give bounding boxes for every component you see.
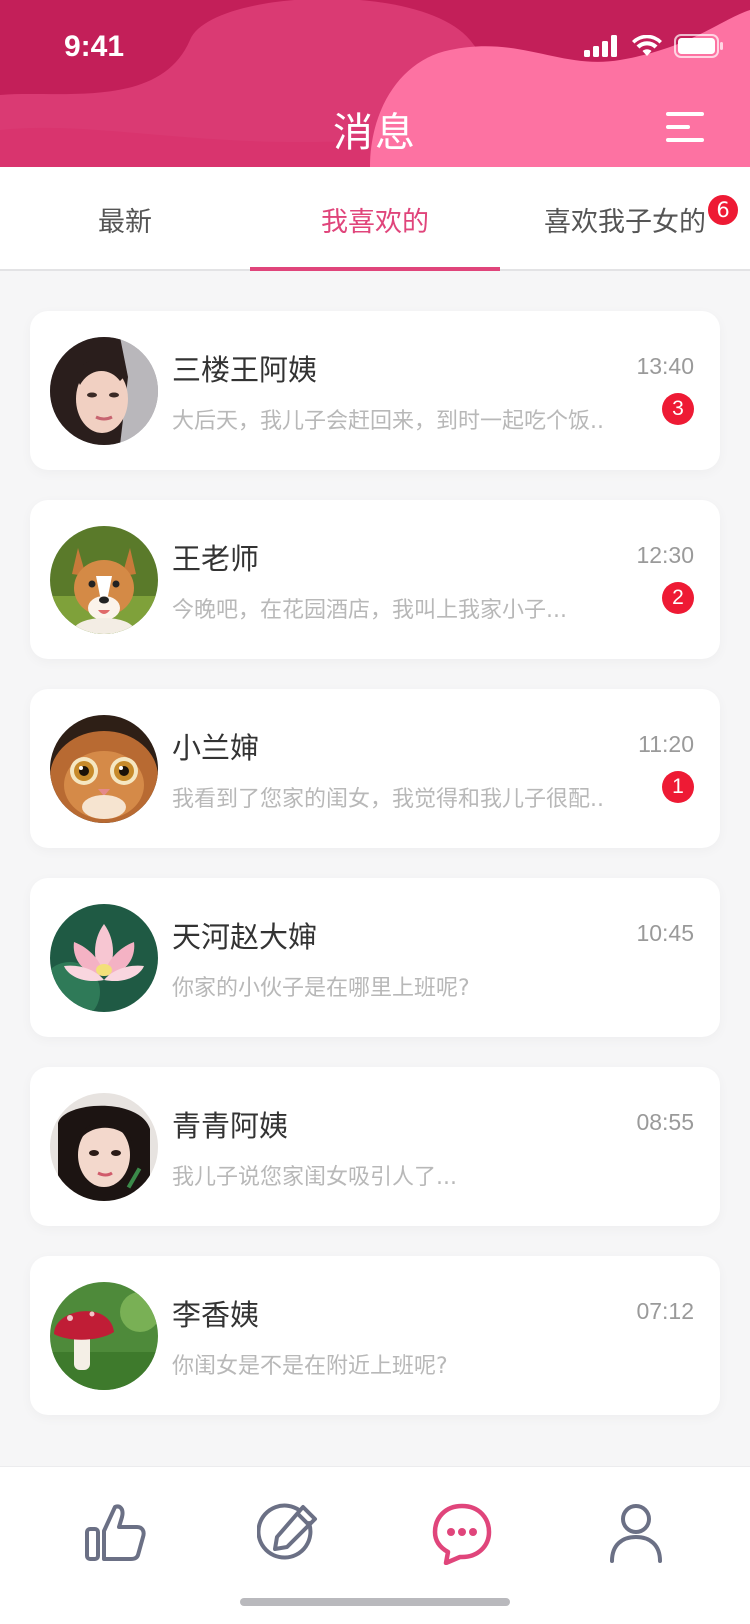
message-card[interactable]: 三楼王阿姨 13:40 大后天，我儿子会赶回来，到时一起吃个饭.. 3 [30, 311, 720, 470]
message-preview: 我看到了您家的闺女，我觉得和我儿子很配.. [172, 787, 604, 812]
message-preview: 我儿子说您家闺女吸引人了... [172, 1165, 457, 1190]
message-card[interactable]: 小兰婶 11:20 我看到了您家的闺女，我觉得和我儿子很配.. 1 [30, 689, 720, 848]
message-time: 07:12 [636, 1298, 694, 1324]
battery-icon [674, 34, 723, 58]
contact-name: 小兰婶 [172, 731, 260, 765]
message-time: 08:55 [636, 1109, 694, 1135]
edit-icon [256, 1503, 317, 1560]
user-icon [610, 1504, 662, 1563]
home-indicator [240, 1598, 510, 1606]
message-time: 11:20 [638, 731, 694, 757]
contact-name: 青青阿姨 [172, 1109, 289, 1143]
nav-like[interactable] [84, 1501, 148, 1565]
avatar [50, 715, 158, 823]
chat-icon [432, 1503, 492, 1566]
lotus-flower-avatar-icon [50, 904, 158, 1012]
tab-i-like[interactable]: 我喜欢的 [250, 167, 500, 271]
nav-write[interactable] [256, 1501, 321, 1565]
contact-name: 三楼王阿姨 [172, 353, 318, 387]
tab-latest[interactable]: 最新 [0, 167, 250, 271]
menu-icon[interactable] [666, 112, 704, 142]
contact-name: 天河赵大婶 [172, 920, 318, 954]
message-preview: 今晚吧，在花园酒店，我叫上我家小子... [172, 598, 567, 623]
avatar [50, 904, 158, 1012]
status-time: 9:41 [64, 30, 125, 63]
avatar [50, 1282, 158, 1390]
message-preview: 你家的小伙子是在哪里上班呢? [172, 976, 470, 1001]
girl-portrait-avatar-icon [50, 1093, 158, 1201]
contact-name: 李香姨 [172, 1298, 260, 1332]
thumbs-up-icon [85, 1504, 146, 1561]
avatar [50, 1093, 158, 1201]
page-title: 消息 [333, 110, 417, 156]
message-preview: 大后天，我儿子会赶回来，到时一起吃个饭.. [172, 409, 604, 434]
message-card[interactable]: 王老师 12:30 今晚吧，在花园酒店，我叫上我家小子... 2 [30, 500, 720, 659]
app-header: 9:41 消息 [0, 0, 750, 167]
avatar [50, 526, 158, 634]
message-time: 13:40 [636, 353, 694, 379]
unread-badge: 3 [662, 393, 694, 425]
wifi-icon [632, 35, 662, 56]
unread-badge: 2 [662, 582, 694, 614]
message-card[interactable]: 李香姨 07:12 你闺女是不是在附近上班呢? [30, 1256, 720, 1415]
nav-messages[interactable] [430, 1501, 494, 1566]
contact-name: 王老师 [172, 542, 260, 576]
tab-bar: 最新 我喜欢的 喜欢我子女的 6 [0, 167, 750, 271]
status-bar: 9:41 [0, 0, 750, 100]
signal-icon [584, 35, 617, 57]
status-icons [584, 34, 724, 58]
message-time: 10:45 [636, 920, 694, 946]
nav-profile[interactable] [604, 1501, 668, 1565]
message-card[interactable]: 青青阿姨 08:55 我儿子说您家闺女吸引人了... [30, 1067, 720, 1226]
corgi-dog-avatar-icon [50, 526, 158, 634]
message-preview: 你闺女是不是在附近上班呢? [172, 1354, 448, 1379]
tab-active-indicator [250, 267, 500, 271]
unread-badge: 1 [662, 771, 694, 803]
woman-portrait-avatar-icon [50, 337, 158, 445]
avatar [50, 337, 158, 445]
message-card[interactable]: 天河赵大婶 10:45 你家的小伙子是在哪里上班呢? [30, 878, 720, 1037]
tab-unread-badge: 6 [706, 193, 740, 227]
message-time: 12:30 [636, 542, 694, 568]
mushroom-avatar-icon [50, 1282, 158, 1390]
cat-avatar-icon [50, 715, 158, 823]
